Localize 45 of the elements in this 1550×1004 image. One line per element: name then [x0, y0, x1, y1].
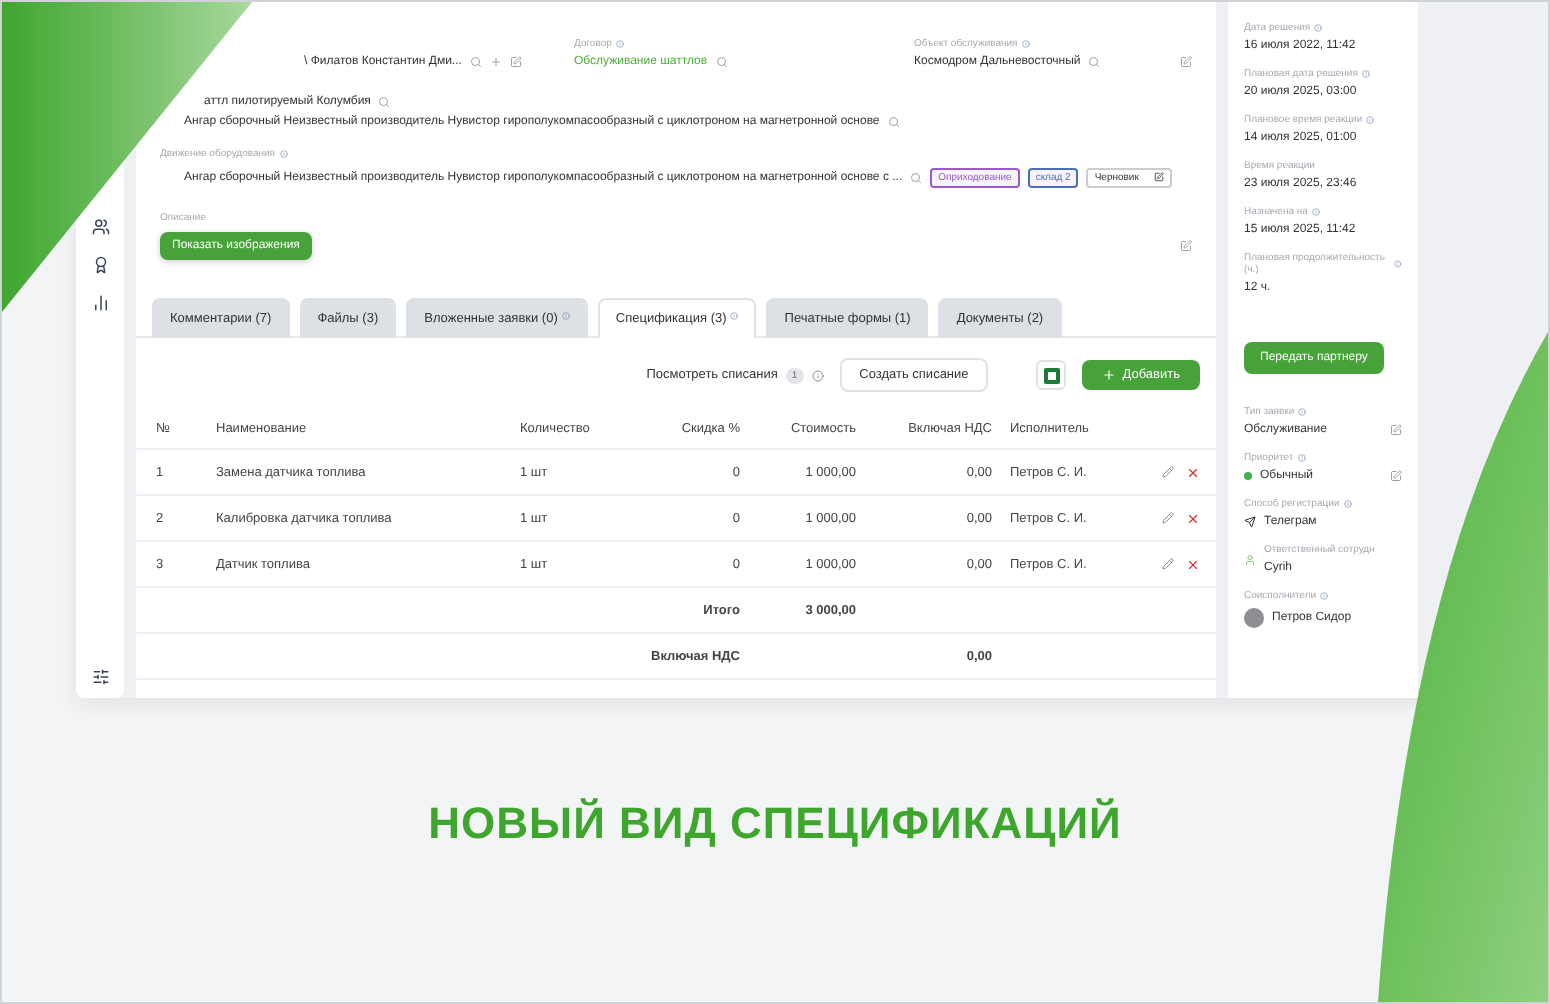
delete-icon [1186, 557, 1200, 571]
edit-icon [1390, 470, 1402, 482]
search-icon [715, 56, 728, 68]
search-icon [910, 172, 923, 184]
headline: НОВЫЙ ВИД СПЕЦИФИКАЦИЙ [426, 798, 1124, 850]
search-icon [469, 56, 482, 68]
pencil-icon [1162, 511, 1174, 523]
delete-icon [1186, 465, 1200, 479]
info-icon [1314, 24, 1323, 32]
info-icon [1343, 500, 1352, 508]
info-icon [811, 369, 824, 381]
plus-icon [489, 56, 502, 68]
pencil-icon [1162, 557, 1174, 569]
info-icon [1021, 40, 1030, 48]
info-icon [1394, 260, 1402, 268]
plus-icon [1102, 368, 1117, 382]
search-icon [378, 96, 391, 108]
info-icon [615, 40, 624, 48]
edit-icon [509, 56, 522, 68]
info-icon [1361, 70, 1370, 78]
search-icon [1088, 56, 1101, 68]
info-icon [730, 312, 739, 320]
users-icon [91, 218, 109, 236]
edit-icon [1180, 240, 1192, 252]
edit-icon [1180, 56, 1192, 68]
search-icon [887, 116, 900, 128]
person-icon [1244, 553, 1256, 565]
delete-icon [1186, 511, 1200, 525]
info-icon [1366, 116, 1375, 124]
info-icon [1320, 592, 1329, 600]
spreadsheet-button[interactable] [1036, 360, 1067, 390]
avatar-icon [1244, 608, 1264, 628]
info-icon [1297, 454, 1306, 462]
paper-plane-icon [1244, 516, 1256, 528]
edit-icon [1390, 424, 1402, 436]
edit-icon [1154, 172, 1165, 182]
info-icon [561, 312, 570, 320]
award-icon [91, 256, 109, 274]
sliders-icon [91, 668, 109, 686]
bar-chart-icon [91, 294, 109, 312]
pencil-icon [1162, 465, 1174, 477]
info-icon [279, 150, 288, 158]
info-icon [1298, 408, 1307, 416]
info-icon [1311, 208, 1320, 216]
spreadsheet-icon [1043, 367, 1060, 383]
